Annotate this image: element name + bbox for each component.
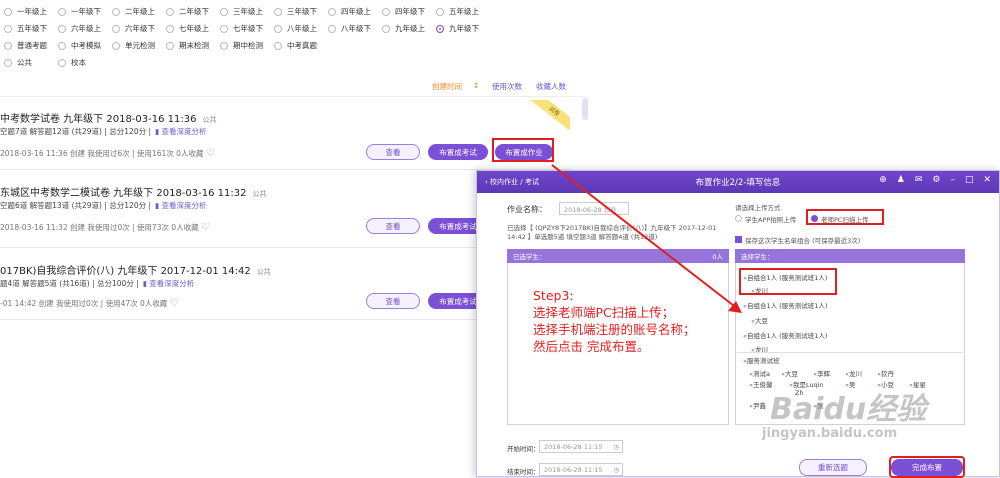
watermark-url: jingyan.baidu.com (762, 426, 898, 441)
watermark-logo: Baidu经验 (770, 392, 927, 427)
step-annotation: Step3: 选择老师端PC扫描上传； 选择手机端注册的账号名称； 然后点击 完… (533, 288, 696, 354)
